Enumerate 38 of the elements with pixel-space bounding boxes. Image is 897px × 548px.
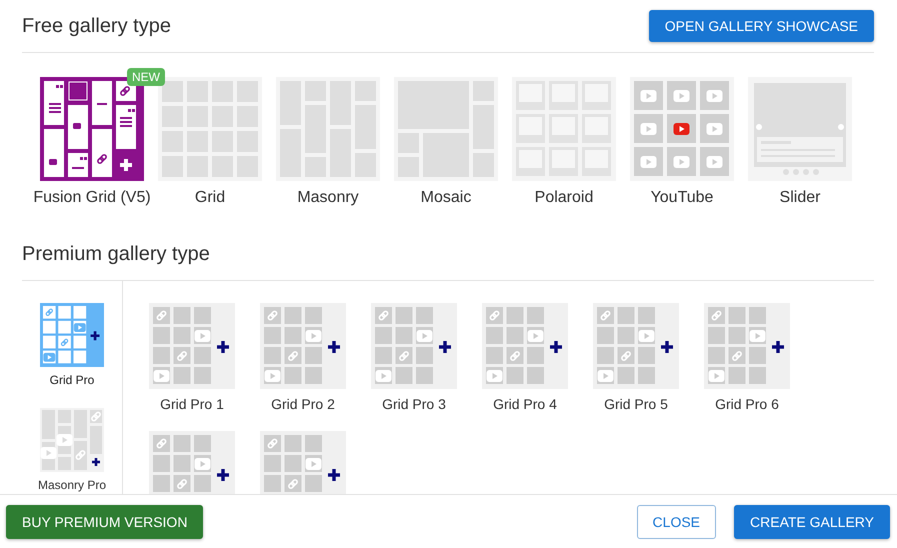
layout-option[interactable] <box>260 431 346 494</box>
layout-icon <box>482 303 568 389</box>
gallery-type-option[interactable]: Polaroid <box>505 77 623 207</box>
layout-option[interactable]: Grid Pro 3 <box>371 303 457 412</box>
buy-premium-button[interactable]: BUY PREMIUM VERSION <box>6 504 204 538</box>
gallery-type-option[interactable]: Slider <box>741 77 859 207</box>
gallery-type-option[interactable]: YouTube <box>623 77 741 207</box>
layout-icon <box>630 77 734 181</box>
layout-icon <box>371 303 457 389</box>
layout-icon <box>149 431 235 494</box>
layout-icon <box>593 303 679 389</box>
layout-icon <box>260 431 346 494</box>
layout-icon <box>40 303 104 367</box>
new-badge: NEW <box>127 68 165 86</box>
layout-option[interactable]: Grid Pro 5 <box>593 303 679 412</box>
layout-icon <box>260 303 346 389</box>
gallery-type-option[interactable]: Masonry <box>269 77 387 207</box>
category-option[interactable]: Grid Pro <box>22 303 122 387</box>
layout-icon <box>704 303 790 389</box>
section-title: Free gallery type <box>22 14 171 38</box>
section-title: Premium gallery type <box>22 243 210 266</box>
layout-icon <box>40 408 104 472</box>
layout-icon <box>276 77 380 181</box>
category-option[interactable]: Masonry Pro <box>22 408 122 492</box>
layout-option[interactable]: Grid Pro 4 <box>482 303 568 412</box>
layout-icon <box>748 77 852 181</box>
layout-option[interactable]: Grid Pro 1 <box>149 303 235 412</box>
layout-icon <box>512 77 616 181</box>
layout-option[interactable]: Grid Pro 2 <box>260 303 346 412</box>
layout-option[interactable] <box>149 431 235 494</box>
showcase-button[interactable]: OPEN GALLERY SHOWCASE <box>648 10 874 42</box>
close-button[interactable]: CLOSE <box>636 504 716 538</box>
layout-icon <box>394 77 498 181</box>
create-gallery-button[interactable]: CREATE GALLERY <box>734 504 890 538</box>
gallery-type-option[interactable]: Mosaic <box>387 77 505 207</box>
layout-icon <box>158 77 262 181</box>
layout-option[interactable]: Grid Pro 6 <box>704 303 790 412</box>
layout-icon <box>149 303 235 389</box>
